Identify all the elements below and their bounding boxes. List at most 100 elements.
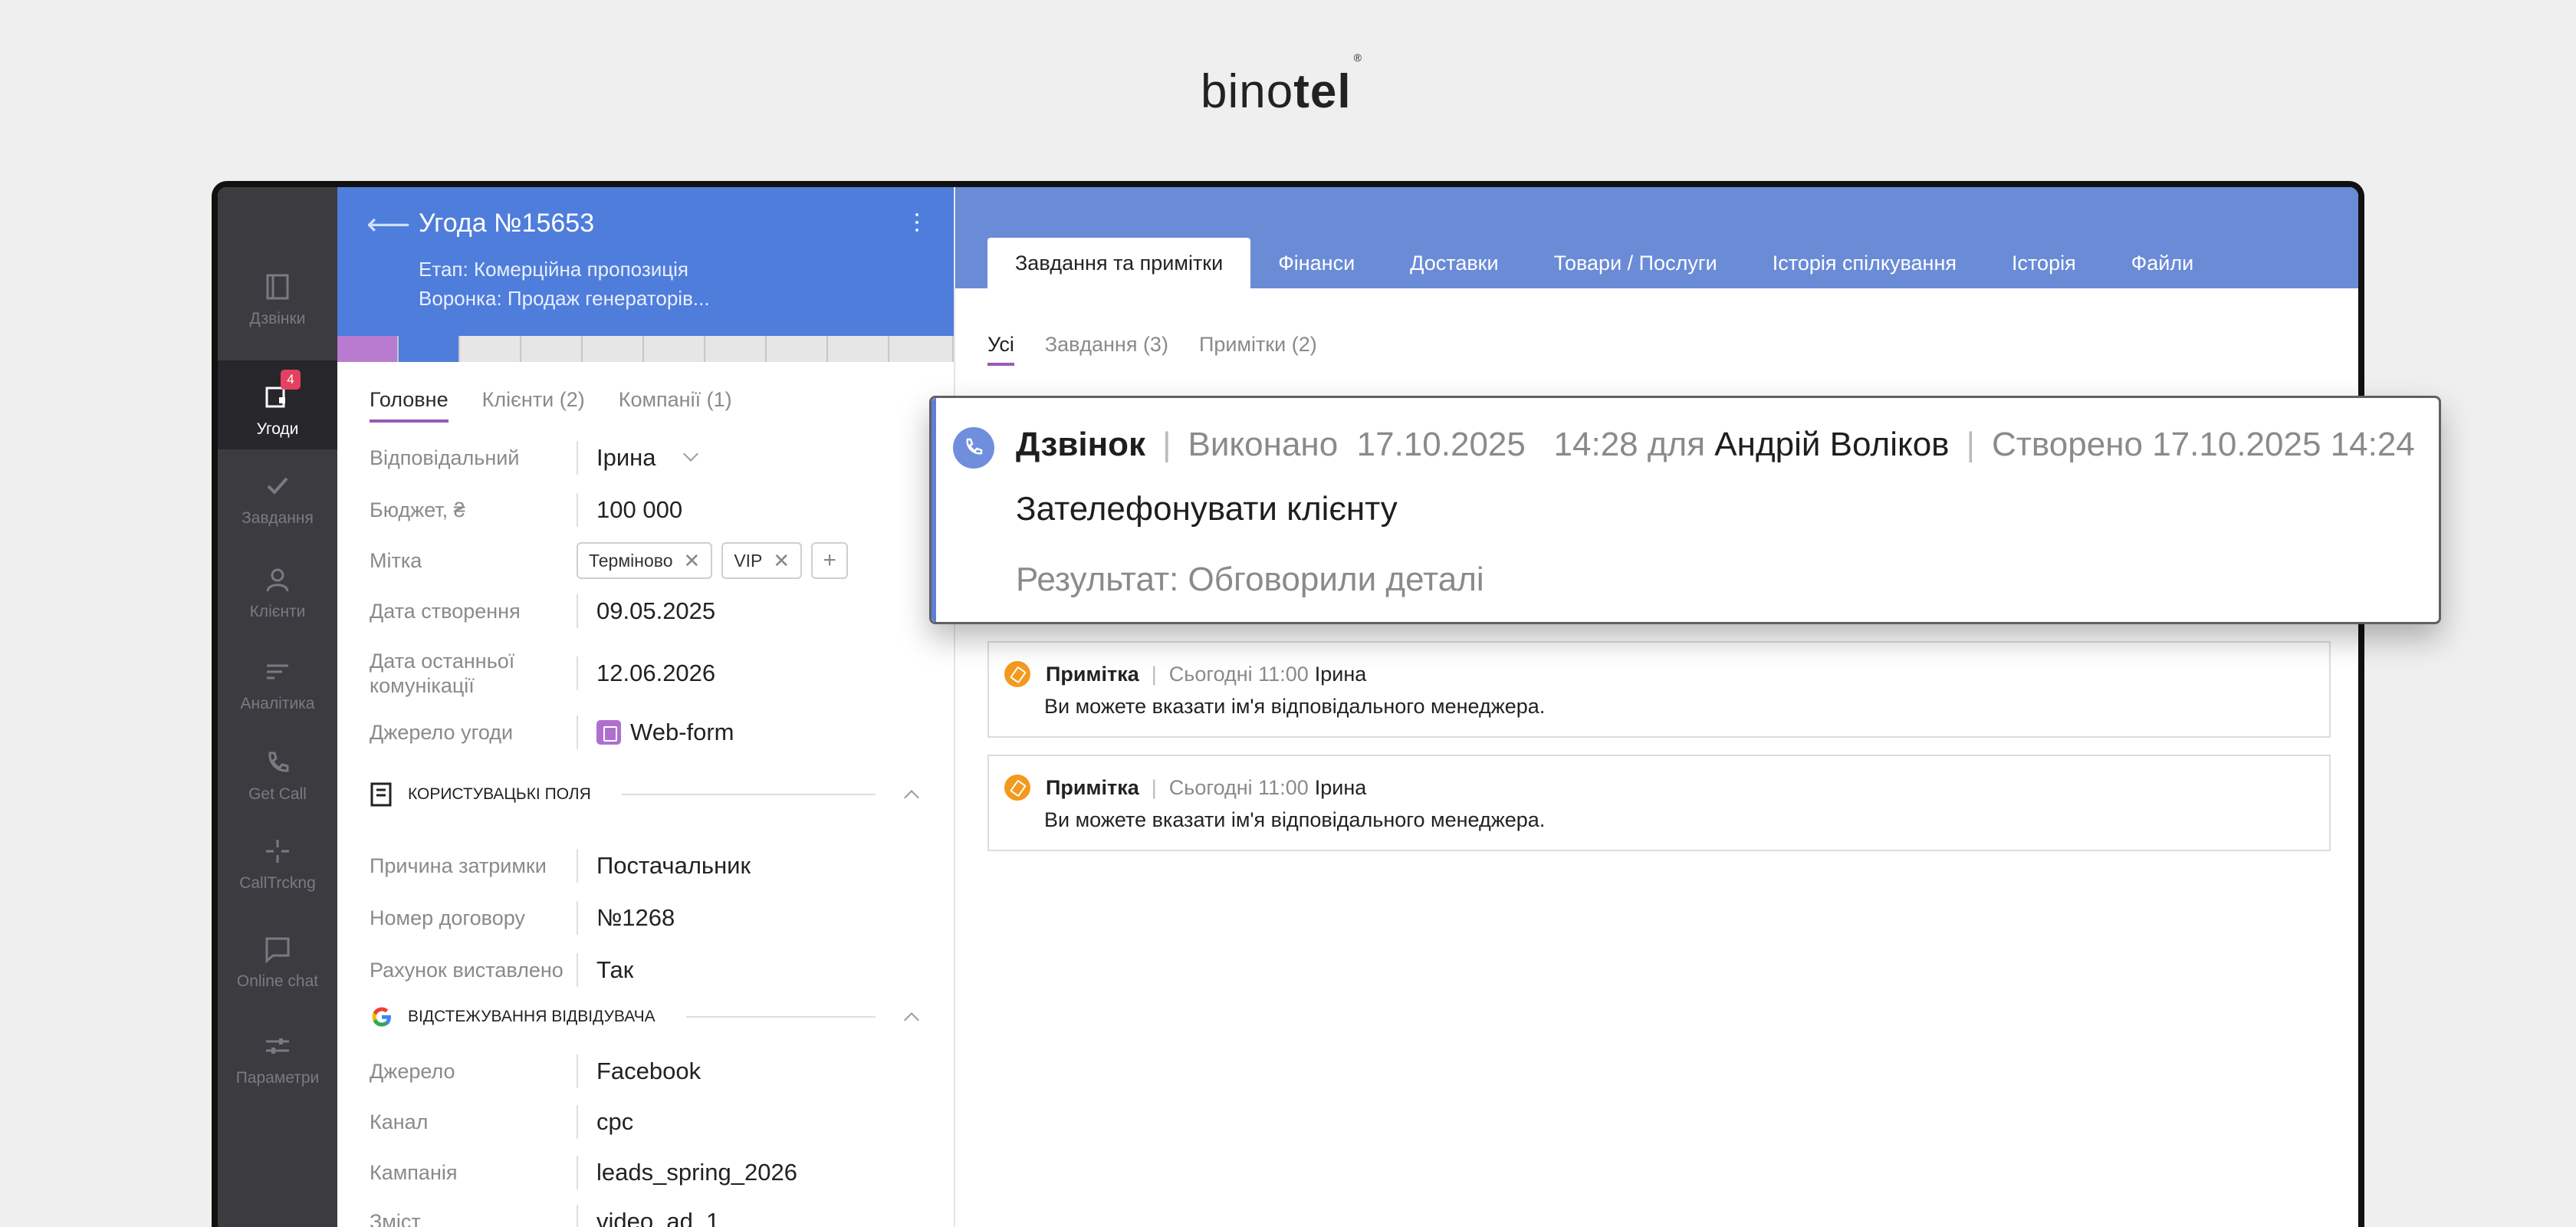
field-invoice-issued: Рахунок виставлено Так [370,951,937,989]
section-title: ВІДСТЕЖУВАННЯ ВІДВІДУВАЧА [408,1008,656,1025]
field-label: Дата створення [370,600,521,623]
note-time: Сьогодні 11:00 [1168,662,1309,686]
sidebar-item-tasks[interactable]: Завдання [218,471,337,560]
field-tracking-source: Джерело Facebook [370,1052,937,1090]
sidebar-item-label: Аналітика [240,695,315,712]
field-label: Джерело [370,1060,455,1083]
device-frame: Дзвінки 4 Угоди Завдання Клієнти Аналіти… [212,181,2364,1227]
call-status: Виконано [1188,426,1339,463]
tag-chip[interactable]: Терміново ✕ [577,542,713,579]
add-tag-button[interactable]: + [811,542,849,579]
field-value[interactable]: Так [596,956,633,984]
book-icon [266,274,289,300]
call-title: Дзвінок [1016,426,1146,463]
call-for: для [1647,426,1706,463]
tab-files[interactable]: Файли [2104,238,2221,288]
note-item[interactable]: Примітка | Сьогодні 11:00 Ірина Ви может… [987,641,2331,738]
stage-segment[interactable] [828,336,889,362]
last-communication-value[interactable]: 12.06.2026 [596,660,715,687]
tab-main[interactable]: Головне [370,388,449,423]
sidebar-item-calls[interactable]: Дзвінки [218,271,337,360]
chevron-up-icon[interactable] [904,1012,919,1028]
sidebar-item-deals[interactable]: 4 Угоди [218,360,337,449]
tab-tasks-notes[interactable]: Завдання та примітки [987,238,1251,288]
field-value[interactable]: cpc [596,1108,633,1136]
filter-tasks[interactable]: Завдання (3) [1045,333,1168,357]
sidebar-item-settings[interactable]: Параметри [218,1031,337,1120]
tab-finance[interactable]: Фінанси [1250,238,1382,288]
tracking-icon [266,840,289,863]
sidebar-item-get-call[interactable]: Get Call [218,747,337,836]
stage-segment[interactable] [399,336,460,362]
source-value[interactable]: Web-form [630,719,734,746]
field-created: Дата створення 09.05.2025 [370,592,937,630]
field-value[interactable]: №1268 [596,904,675,932]
stage-segment[interactable] [583,336,644,362]
tab-clients[interactable]: Клієнти (2) [482,388,585,412]
custom-fields-section-header[interactable]: КОРИСТУВАЦЬКІ ПОЛЯ [370,779,922,810]
sidebar-item-label: Get Call [248,785,307,803]
stage-segment[interactable] [521,336,583,362]
analytics-icon [267,664,288,679]
activity-filters: Усі Завдання (3) Примітки (2) [987,333,1317,366]
field-label: Бюджет, ₴ [370,498,465,521]
field-label: Відповідальний [370,446,520,469]
field-label: Дата останньої комунікації [370,650,515,697]
stage-progress-bar [337,336,954,362]
sidebar-item-clients[interactable]: Клієнти [218,564,337,653]
call-task-card[interactable]: Дзвінок | Виконано 17.10.2025 14:28 для Ан… [929,396,2441,624]
tag-chip[interactable]: VIP ✕ [721,542,803,579]
deal-funnel: Воронка: Продаж генераторів... [419,287,710,310]
field-value[interactable]: Facebook [596,1058,701,1085]
sidebar-item-label: Завдання [242,509,314,527]
note-text: Ви можете вказати ім'я відповідального м… [1044,695,1546,718]
sidebar-item-analytics[interactable]: Аналітика [218,656,337,745]
close-icon[interactable]: ✕ [773,549,790,573]
budget-value[interactable]: 100 000 [596,496,682,524]
stage-segment[interactable] [460,336,521,362]
tab-products[interactable]: Товари / Послуги [1526,238,1745,288]
activity-topbar: Завдання та примітки Фінанси Доставки То… [955,187,2358,288]
sidebar-item-online-chat[interactable]: Online chat [218,934,337,1023]
sidebar-item-label: Угоди [256,420,299,438]
filter-all[interactable]: Усі [987,333,1014,366]
filter-notes[interactable]: Примітки (2) [1199,333,1317,357]
sidebar-item-label: CallTrckng [239,874,316,892]
call-assignee[interactable]: Андрій Воліков [1714,426,1949,463]
tab-companies[interactable]: Компанії (1) [619,388,732,412]
phone-icon [268,752,289,772]
note-item[interactable]: Примітка | Сьогодні 11:00 Ірина Ви может… [987,755,2331,851]
created-date-value[interactable]: 09.05.2025 [596,597,715,625]
tab-deliveries[interactable]: Доставки [1382,238,1526,288]
field-label: Причина затримки [370,854,547,877]
more-options-icon[interactable] [912,213,922,236]
back-arrow-icon[interactable]: ⟵ [366,207,410,242]
sidebar-item-label: Параметри [235,1069,320,1087]
field-label: Канал [370,1110,429,1133]
tab-history[interactable]: Історія [1984,238,2104,288]
check-icon [267,477,288,495]
field-value[interactable]: video_ad_1 [596,1208,719,1227]
stage-segment[interactable] [705,336,767,362]
sidebar-item-label: Клієнти [249,603,306,620]
person-icon [266,568,289,592]
visitor-tracking-section-header[interactable]: ВІДСТЕЖУВАННЯ ВІДВІДУВАЧА [370,1002,922,1032]
stage-segment[interactable] [337,336,399,362]
field-value[interactable]: leads_spring_2026 [596,1159,797,1186]
stage-segment[interactable] [889,336,954,362]
note-time: Сьогодні 11:00 [1168,775,1309,799]
stage-segment[interactable] [767,336,828,362]
chevron-up-icon[interactable] [904,790,919,805]
web-form-icon [596,720,621,745]
field-label: Зміст [370,1210,421,1227]
tab-communication-history[interactable]: Історія спілкування [1745,238,1984,288]
close-icon[interactable]: ✕ [684,549,701,573]
field-value[interactable]: Постачальник [596,852,751,880]
stage-segment[interactable] [644,336,705,362]
sidebar-item-call-tracking[interactable]: CallTrckng [218,836,337,925]
deal-stage: Етап: Комерційна пропозиція [419,258,689,281]
sliders-icon [266,1038,289,1054]
deal-title: Угода №15653 [419,209,595,238]
responsible-select[interactable]: Ірина [596,444,698,472]
field-tracking-campaign: Кампанія leads_spring_2026 [370,1153,937,1192]
